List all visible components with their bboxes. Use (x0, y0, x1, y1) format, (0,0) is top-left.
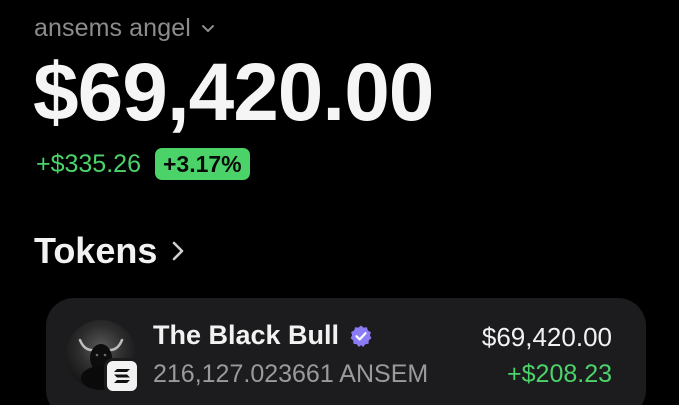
total-balance: $69,420.00 (33, 47, 434, 138)
token-change: +$208.23 (507, 360, 612, 388)
token-name: The Black Bull (153, 320, 340, 350)
tokens-title: Tokens (34, 230, 158, 271)
token-value: $69,420.00 (481, 322, 612, 352)
token-name-row: The Black Bull (153, 320, 373, 351)
balance-change-row: +$335.26 +3.17% (36, 148, 250, 181)
account-selector[interactable]: ansems angel (34, 14, 215, 43)
chevron-right-icon (171, 239, 185, 263)
chevron-down-icon (201, 24, 215, 34)
change-amount: +$335.26 (36, 149, 141, 178)
tokens-section-header[interactable]: Tokens (34, 230, 185, 272)
change-percent-badge: +3.17% (154, 148, 250, 181)
account-name: ansems angel (34, 14, 191, 42)
verified-badge-icon (349, 324, 373, 348)
token-amount: 216,127.023661 ANSEM (153, 360, 429, 388)
solana-icon (104, 358, 140, 394)
token-row-black-bull[interactable]: The Black Bull 216,127.023661 ANSEM $69,… (46, 298, 646, 405)
